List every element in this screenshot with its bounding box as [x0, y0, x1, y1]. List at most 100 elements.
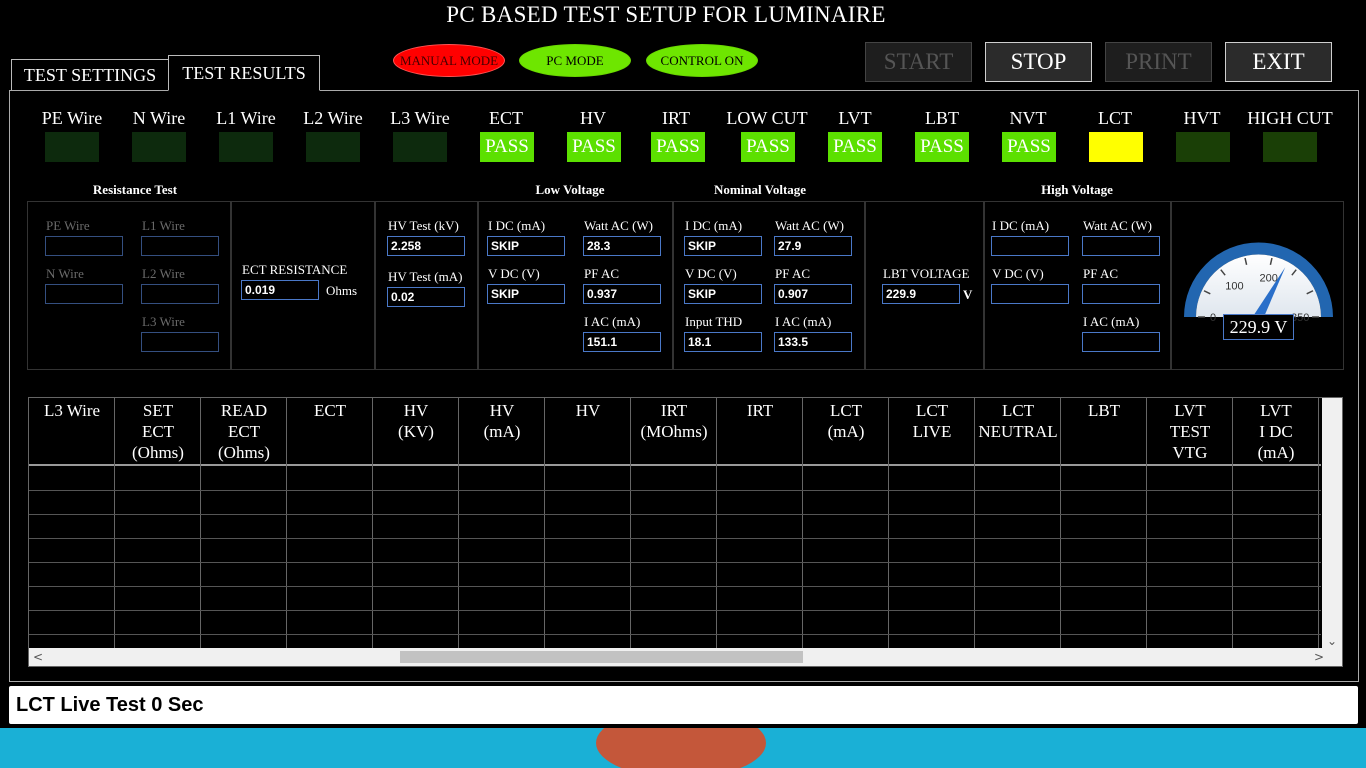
table-column-header[interactable]: IRT: [717, 400, 803, 421]
nv-vdc-label: V DC (V): [685, 266, 737, 281]
horizontal-scroll-thumb[interactable]: [400, 651, 803, 663]
indicator-label-hv: HV: [580, 108, 606, 128]
scroll-left-icon[interactable]: <: [33, 650, 43, 664]
table-column-header[interactable]: L3 Wire: [29, 400, 115, 421]
table-row[interactable]: [29, 490, 1321, 491]
ect-resistance-unit: Ohms: [326, 283, 358, 298]
table-column-header[interactable]: HV: [545, 400, 631, 421]
lv-vdc-field[interactable]: SKIP: [487, 284, 565, 304]
indicator-label-l1-wire: L1 Wire: [216, 108, 276, 128]
n-wire-field[interactable]: [45, 284, 123, 304]
print-button[interactable]: PRINT: [1105, 42, 1212, 82]
hvt-iac-field[interactable]: [1082, 332, 1160, 352]
l1-wire-field[interactable]: [141, 236, 219, 256]
scroll-down-icon[interactable]: ⌄: [1327, 634, 1337, 648]
indicator-label-lct: LCT: [1098, 108, 1132, 128]
pe-wire-field[interactable]: [45, 236, 123, 256]
lv-watt-field[interactable]: 28.3: [583, 236, 661, 256]
table-row[interactable]: [29, 610, 1321, 611]
table-column-header[interactable]: LVT TEST VTG: [1147, 400, 1233, 463]
indicator-low-cut: PASS: [741, 132, 795, 162]
section-title-nominal-voltage: Nominal Voltage: [713, 182, 807, 197]
hvt-pf-field[interactable]: [1082, 284, 1160, 304]
tab-test-results[interactable]: TEST RESULTS: [168, 55, 320, 91]
indicator-ect: PASS: [480, 132, 534, 162]
pc-mode-indicator: PC MODE: [519, 44, 631, 77]
table-column-header[interactable]: LVT I DC (mA): [1233, 400, 1319, 463]
hvt-watt-label: Watt AC (W): [1083, 218, 1152, 233]
stop-button[interactable]: STOP: [985, 42, 1092, 82]
tab-test-settings[interactable]: TEST SETTINGS: [11, 59, 169, 91]
table-column-header[interactable]: HV (mA): [459, 400, 545, 442]
lv-iac-field[interactable]: 151.1: [583, 332, 661, 352]
hv-kv-field[interactable]: 2.258: [387, 236, 465, 256]
table-row[interactable]: [29, 562, 1321, 563]
app-title: PC BASED TEST SETUP FOR LUMINAIRE: [446, 2, 886, 27]
nv-idc-field[interactable]: SKIP: [684, 236, 762, 256]
nv-thd-label: Input THD: [685, 314, 743, 329]
nv-iac-field[interactable]: 133.5: [774, 332, 852, 352]
indicator-high-cut: [1263, 132, 1317, 162]
hv-ma-label: HV Test (mA): [388, 269, 463, 284]
indicator-label-irt: IRT: [662, 108, 690, 128]
indicator-lvt: PASS: [828, 132, 882, 162]
table-column-header[interactable]: LBT: [1061, 400, 1147, 421]
table-column-header[interactable]: IRT (MOhms): [631, 400, 717, 442]
lv-iac-label: I AC (mA): [584, 314, 641, 329]
desktop-background: [0, 728, 1366, 768]
indicator-lct: [1089, 132, 1143, 162]
lv-pf-label: PF AC: [584, 266, 620, 281]
indicator-label-low-cut: LOW CUT: [726, 108, 808, 128]
section-title-high-voltage: High Voltage: [1041, 182, 1113, 197]
table-column-header[interactable]: HV (KV): [373, 400, 459, 442]
hvt-idc-field[interactable]: [991, 236, 1069, 256]
lv-idc-field[interactable]: SKIP: [487, 236, 565, 256]
pe-wire-label: PE Wire: [46, 218, 90, 233]
table-column: [717, 398, 803, 650]
table-row[interactable]: [29, 586, 1321, 587]
nv-watt-field[interactable]: 27.9: [774, 236, 852, 256]
hvt-watt-field[interactable]: [1082, 236, 1160, 256]
table-column-header[interactable]: LCT (mA): [803, 400, 889, 442]
start-button[interactable]: START: [865, 42, 972, 82]
table-column-header[interactable]: READ ECT (Ohms): [201, 400, 287, 463]
nv-pf-field[interactable]: 0.907: [774, 284, 852, 304]
lv-pf-field[interactable]: 0.937: [583, 284, 661, 304]
ect-resistance-field[interactable]: 0.019: [241, 280, 319, 300]
nv-thd-field[interactable]: 18.1: [684, 332, 762, 352]
table-row[interactable]: [29, 634, 1321, 635]
exit-button[interactable]: EXIT: [1225, 42, 1332, 82]
status-bar: [9, 686, 1358, 724]
l3-wire-field[interactable]: [141, 332, 219, 352]
table-column-header[interactable]: ECT: [287, 400, 373, 421]
table-row[interactable]: [29, 514, 1321, 515]
l2-wire-field[interactable]: [141, 284, 219, 304]
indicator-label-l2-wire: L2 Wire: [303, 108, 363, 128]
table-row[interactable]: [29, 538, 1321, 539]
indicator-pe-wire: [45, 132, 99, 162]
indicator-n-wire: [132, 132, 186, 162]
results-table[interactable]: L3 Wire SET ECT (Ohms) READ ECT (Ohms) ECT H…: [28, 397, 1343, 667]
indicator-label-high-cut: HIGH CUT: [1247, 108, 1333, 128]
l1-wire-label: L1 Wire: [142, 218, 185, 233]
table-column-header[interactable]: LCT NEUTRAL: [975, 400, 1061, 442]
indicator-label-ect: ECT: [489, 108, 523, 128]
section-title-low-voltage: Low Voltage: [535, 182, 605, 197]
indicator-l2-wire: [306, 132, 360, 162]
table-column-header[interactable]: SET ECT (Ohms): [115, 400, 201, 463]
table-column-header[interactable]: LCT LIVE: [889, 400, 975, 442]
hvt-vdc-field[interactable]: [991, 284, 1069, 304]
hv-ma-field[interactable]: 0.02: [387, 287, 465, 307]
indicator-irt: PASS: [651, 132, 705, 162]
results-table-vertical-scrollbar[interactable]: ⌄: [1322, 398, 1342, 650]
results-table-horizontal-scrollbar[interactable]: < >: [29, 648, 1342, 666]
nv-vdc-field[interactable]: SKIP: [684, 284, 762, 304]
indicator-hvt: [1176, 132, 1230, 162]
wallpaper-shape: [596, 728, 766, 768]
l2-wire-label: L2 Wire: [142, 266, 185, 281]
scroll-right-icon[interactable]: >: [1314, 650, 1324, 664]
indicator-hv: PASS: [567, 132, 621, 162]
lbt-voltage-field[interactable]: 229.9: [882, 284, 960, 304]
nv-idc-label: I DC (mA): [685, 218, 743, 233]
lv-idc-label: I DC (mA): [488, 218, 546, 233]
